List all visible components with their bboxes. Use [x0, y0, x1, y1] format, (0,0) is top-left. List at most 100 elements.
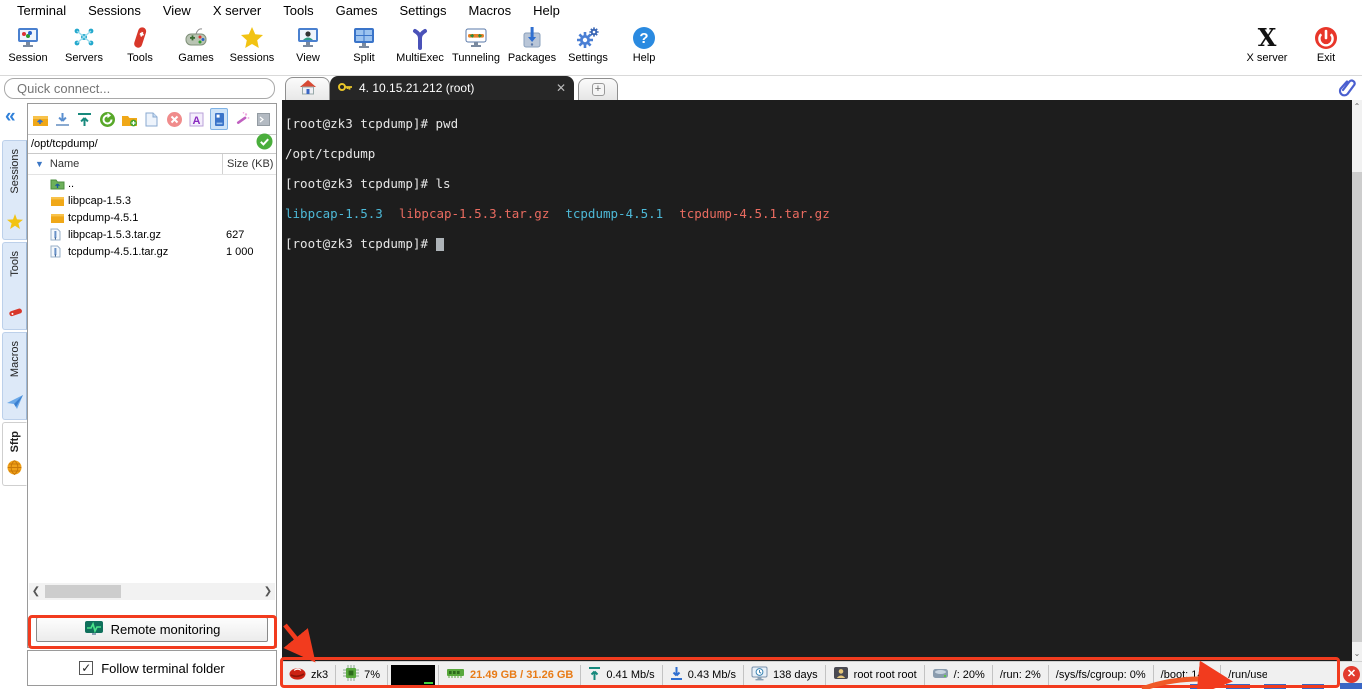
active-session-tab[interactable]: 4. 10.15.21.212 (root) ✕ — [330, 76, 574, 100]
new-folder-button[interactable] — [120, 108, 138, 130]
status-cpu-graph — [388, 664, 440, 685]
new-file-button[interactable] — [143, 108, 161, 130]
terminal-screen[interactable]: [root@zk3 tcpdump]# pwd /opt/tcpdump [ro… — [282, 100, 1352, 661]
settings-button[interactable]: Settings — [560, 21, 616, 75]
close-tab-icon[interactable]: ✕ — [556, 81, 566, 95]
archive-file-icon — [50, 245, 65, 258]
packages-icon — [518, 24, 546, 52]
toolbar-right-group: X X server Exit — [1236, 21, 1362, 75]
file-row-parent[interactable]: .. — [28, 175, 276, 192]
users-icon — [833, 666, 849, 683]
help-label: Help — [632, 52, 656, 64]
rename-button[interactable]: A — [187, 108, 205, 130]
session-button[interactable]: Session — [0, 21, 56, 75]
name-column-header[interactable]: Name — [50, 158, 222, 170]
disk-icon — [932, 667, 949, 683]
help-button[interactable]: ? Help — [616, 21, 672, 75]
terminal-line: [root@zk3 tcpdump]# ls — [285, 176, 451, 191]
current-path[interactable]: /opt/tcpdump/ — [31, 138, 256, 150]
follow-terminal-folder-checkbox[interactable]: ✓ — [79, 661, 94, 675]
file-panel-horizontal-scrollbar[interactable]: ❮ ❯ — [29, 583, 275, 600]
x-server-button[interactable]: X X server — [1236, 21, 1298, 75]
remote-drive-button[interactable] — [209, 108, 229, 130]
file-row-libpcap-dir[interactable]: libpcap-1.5.3 — [28, 192, 276, 209]
new-tab-button[interactable]: + — [578, 78, 618, 100]
scroll-left-icon[interactable]: ❮ — [29, 586, 43, 597]
terminal-cursor — [435, 238, 444, 251]
sidebar-tab-macros[interactable]: Macros — [2, 332, 27, 420]
servers-button[interactable]: Servers — [56, 21, 112, 75]
magic-wand-button[interactable] — [232, 108, 250, 130]
cpu-graph — [391, 664, 436, 685]
scrollbar-thumb[interactable] — [45, 585, 121, 598]
menu-x-server[interactable]: X server — [202, 1, 272, 20]
scroll-right-icon[interactable]: ❯ — [261, 586, 275, 597]
refresh-button[interactable] — [98, 108, 116, 130]
file-row-tcpdump-targz[interactable]: tcpdump-4.5.1.tar.gz 1 000 — [28, 243, 276, 260]
sessions-button[interactable]: Sessions — [224, 21, 280, 75]
download-button[interactable] — [53, 108, 71, 130]
background-window-fragment — [1340, 683, 1362, 689]
menu-terminal[interactable]: Terminal — [6, 1, 77, 20]
x-server-icon: X — [1257, 23, 1277, 52]
status-uptime: 138 days — [744, 664, 826, 685]
file-name: tcpdump-4.5.1 — [68, 211, 139, 224]
multiexec-button[interactable]: MultiExec — [392, 21, 448, 75]
status-bar-close-button[interactable]: ✕ — [1343, 666, 1360, 683]
games-button[interactable]: Games — [168, 21, 224, 75]
sessions-star-icon — [238, 24, 266, 52]
ram-icon — [446, 667, 465, 682]
file-name: libpcap-1.5.3.tar.gz — [68, 228, 161, 241]
menu-sessions[interactable]: Sessions — [77, 1, 152, 20]
menu-view[interactable]: View — [152, 1, 202, 20]
packages-button[interactable]: Packages — [504, 21, 560, 75]
sidebar-tab-sessions[interactable]: Sessions — [2, 140, 27, 240]
view-button[interactable]: View — [280, 21, 336, 75]
file-list-header[interactable]: ▼ Name Size (KB) — [28, 154, 276, 175]
terminal-folder-button[interactable] — [255, 108, 273, 130]
background-window-fragment — [1226, 684, 1250, 689]
terminal-scrollbar-thumb[interactable] — [1352, 172, 1362, 642]
quick-connect-input[interactable] — [4, 78, 275, 99]
home-tab[interactable] — [285, 77, 330, 100]
remote-monitoring-label: Remote monitoring — [110, 622, 221, 637]
file-name: .. — [68, 177, 75, 190]
file-row-libpcap-targz[interactable]: libpcap-1.5.3.tar.gz 627 — [28, 226, 276, 243]
scroll-down-icon[interactable]: ⌄ — [1352, 647, 1362, 661]
parent-directory-button[interactable] — [31, 108, 49, 130]
tunneling-button[interactable]: Tunneling — [448, 21, 504, 75]
sort-direction-icon[interactable]: ▼ — [35, 159, 44, 169]
menu-tools[interactable]: Tools — [272, 1, 324, 20]
collapse-sidebar-icon[interactable]: « — [5, 106, 15, 128]
menu-help[interactable]: Help — [522, 1, 571, 20]
key-icon — [338, 81, 353, 96]
delete-button[interactable] — [165, 108, 183, 130]
size-column-header[interactable]: Size (KB) — [222, 154, 276, 174]
menu-settings[interactable]: Settings — [389, 1, 458, 20]
sidebar-tab-sftp[interactable]: Sftp — [2, 422, 27, 486]
status-upload: 0.41 Mb/s — [581, 664, 663, 685]
menu-macros[interactable]: Macros — [457, 1, 522, 20]
view-label: View — [296, 52, 320, 64]
split-button[interactable]: Split — [336, 21, 392, 75]
upload-button[interactable] — [76, 108, 94, 130]
home-icon — [299, 79, 317, 100]
scroll-up-icon[interactable]: ⌃ — [1352, 100, 1362, 114]
sidebar-tab-tools[interactable]: Tools — [2, 242, 27, 330]
remote-monitoring-button[interactable]: Remote monitoring — [36, 617, 268, 642]
background-window-fragment — [1264, 684, 1286, 689]
exit-label: Exit — [1316, 52, 1336, 64]
archive-file-icon — [50, 228, 65, 241]
remote-monitoring-icon — [84, 620, 104, 639]
exit-button[interactable]: Exit — [1298, 21, 1354, 75]
tools-button[interactable]: Tools — [112, 21, 168, 75]
follow-terminal-folder-label: Follow terminal folder — [101, 660, 225, 676]
go-path-button[interactable] — [256, 133, 273, 155]
sessions-label: Sessions — [229, 52, 275, 64]
menu-games[interactable]: Games — [325, 1, 389, 20]
tunneling-icon — [462, 24, 490, 52]
status-users: root root root — [826, 664, 925, 685]
status-disk-root: /: 20% — [925, 664, 993, 685]
terminal-scrollbar[interactable]: ⌃ ⌄ — [1352, 100, 1362, 661]
file-row-tcpdump-dir[interactable]: tcpdump-4.5.1 — [28, 209, 276, 226]
